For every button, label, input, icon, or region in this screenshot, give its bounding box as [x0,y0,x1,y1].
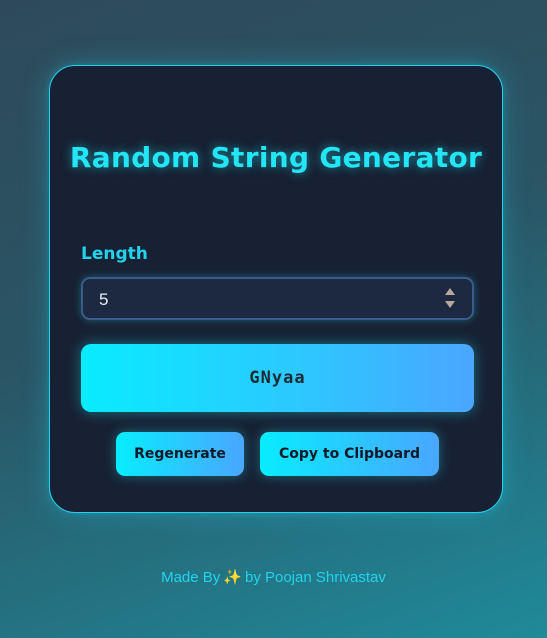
footer-prefix: Made By [161,569,221,586]
sparkles-icon: ✨ [223,569,242,586]
generated-string: GNyaa [249,368,306,388]
page-title: Random String Generator [69,141,483,174]
generator-card: Random String Generator Length GNyaa Reg… [49,65,503,513]
length-label: Length [81,244,148,264]
generated-string-display: GNyaa [81,344,474,412]
footer-author: by Poojan Shrivastav [244,569,386,586]
length-input-container [81,277,474,320]
copy-to-clipboard-button[interactable]: Copy to Clipboard [260,432,439,476]
length-spinner[interactable] [444,288,456,308]
regenerate-button[interactable]: Regenerate [116,432,244,476]
footer-credit: Made By ✨ by Poojan Shrivastav [0,568,547,586]
length-input[interactable] [97,279,431,320]
decrement-arrow-icon[interactable] [445,301,455,308]
increment-arrow-icon[interactable] [445,288,455,295]
